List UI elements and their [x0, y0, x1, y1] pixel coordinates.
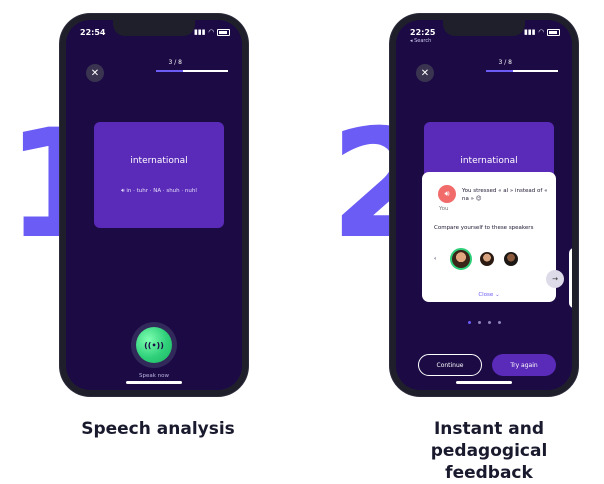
page-dot[interactable]: [497, 321, 501, 324]
arrow-right-icon[interactable]: →: [546, 270, 564, 288]
status-time: 22:54: [80, 27, 106, 37]
caption-line-1: Instant and pedagogical: [430, 419, 548, 461]
avatar[interactable]: [478, 250, 496, 268]
close-feedback-link[interactable]: Close ⌄: [422, 292, 556, 298]
phone-mockup-speech-analysis: 22:54 ▮▮▮ ◠ ✕ 3 / 8 international 🔊︎ in …: [60, 14, 248, 396]
wifi-icon: ◠: [208, 28, 214, 36]
feedback-text: You stressed « al » instead of « na » 😊: [462, 188, 548, 202]
word-text: international: [460, 156, 518, 166]
compare-text: Compare yourself to these speakers: [434, 225, 534, 231]
page-indicator: [396, 321, 572, 324]
page-dot[interactable]: [467, 321, 471, 324]
speak-button-ring: ((•)): [131, 322, 177, 368]
close-button[interactable]: ✕: [416, 64, 434, 82]
status-bar: 22:25 ▮▮▮ ◠: [410, 26, 560, 38]
phonetic-text: in · tuhr · NA · shuh · nuhl: [126, 188, 197, 194]
microphone-button[interactable]: ((•)): [136, 327, 172, 363]
phone-screen: 22:54 ▮▮▮ ◠ ✕ 3 / 8 international 🔊︎ in …: [66, 20, 242, 390]
avatar[interactable]: [450, 248, 472, 270]
sound-icon: 🔈︎: [434, 255, 438, 262]
broadcast-icon: ((•)): [144, 340, 164, 350]
continue-button[interactable]: Continue: [418, 354, 482, 376]
battery-icon: [217, 28, 230, 36]
back-to-search-link[interactable]: ◂ Search: [410, 38, 431, 44]
progress-fill: [486, 70, 513, 72]
word-text: international: [130, 156, 188, 166]
status-time: 22:25: [410, 27, 436, 37]
close-button[interactable]: ✕: [86, 64, 104, 82]
signal-icon: ▮▮▮: [524, 28, 536, 36]
avatar[interactable]: [502, 250, 520, 268]
progress-bar: [156, 70, 228, 72]
speaker-icon[interactable]: 🔊︎: [121, 188, 124, 194]
home-indicator: [126, 381, 182, 384]
status-bar: 22:54 ▮▮▮ ◠: [80, 26, 230, 38]
status-icons: ▮▮▮ ◠: [194, 28, 230, 36]
page-dot[interactable]: [477, 321, 481, 324]
page-dot[interactable]: [487, 321, 491, 324]
close-label: Close: [478, 292, 494, 298]
progress-label: 3 / 8: [168, 59, 182, 66]
speaker-list: 🔈︎: [434, 248, 520, 270]
speaker-icon[interactable]: 🔊︎: [438, 185, 456, 203]
phone-screen: 22:25 ▮▮▮ ◠ ◂ Search ✕ 3 / 8 internation…: [396, 20, 572, 390]
feedback-panel: 🔊︎ You You stressed « al » instead of « …: [422, 172, 556, 302]
phonetic-line: 🔊︎ in · tuhr · NA · shuh · nuhl: [94, 188, 224, 195]
progress-fill: [156, 70, 183, 72]
signal-icon: ▮▮▮: [194, 28, 206, 36]
next-card-peek: [569, 248, 572, 308]
battery-icon: [547, 28, 560, 36]
phone-mockup-feedback: 22:25 ▮▮▮ ◠ ◂ Search ✕ 3 / 8 internation…: [390, 14, 578, 396]
caption-speech-analysis: Speech analysis: [81, 419, 235, 439]
speak-now-label: Speak now: [138, 373, 170, 379]
home-indicator: [456, 381, 512, 384]
word-card: international 🔊︎ in · tuhr · NA · shuh ·…: [94, 122, 224, 228]
wifi-icon: ◠: [538, 28, 544, 36]
progress-bar: [486, 70, 558, 72]
progress-label: 3 / 8: [498, 59, 512, 66]
you-label: You: [439, 206, 449, 212]
status-icons: ▮▮▮ ◠: [524, 28, 560, 36]
try-again-button[interactable]: Try again: [492, 354, 556, 376]
caption-feedback: Instant and pedagogical feedback: [374, 418, 604, 484]
caption-line-2: feedback: [445, 463, 533, 483]
chevron-down-icon: ⌄: [495, 292, 500, 298]
